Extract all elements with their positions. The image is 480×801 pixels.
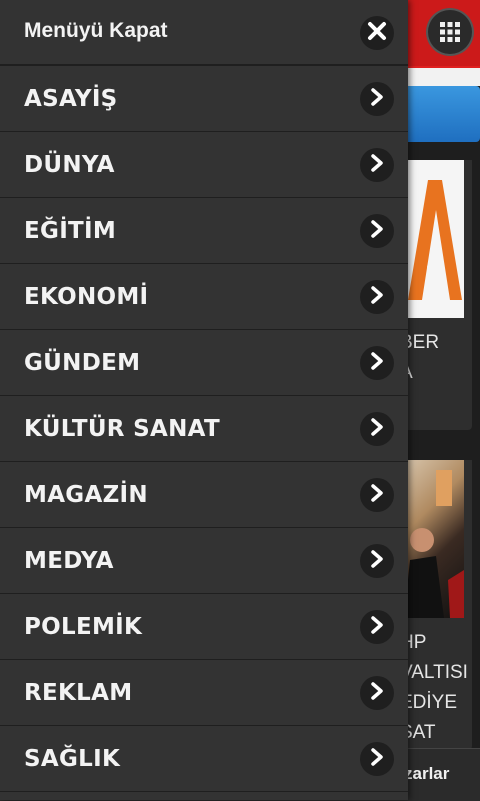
menu-close-row[interactable]: Menüyü Kapat (0, 0, 408, 66)
chevron-button[interactable] (360, 544, 394, 578)
menu-item-10[interactable]: SAĞLIK (0, 726, 408, 792)
menu-item-label: POLEMİK (24, 614, 143, 640)
grid-icon (440, 22, 460, 42)
menu-item-label: MAGAZİN (24, 482, 148, 508)
menu-item-1[interactable]: DÜNYA (0, 132, 408, 198)
chevron-button[interactable] (360, 478, 394, 512)
menu-item-label: ASAYİŞ (24, 86, 118, 112)
close-icon (367, 21, 387, 46)
news-thumbnail (400, 460, 464, 618)
chevron-button[interactable] (360, 280, 394, 314)
menu-item-9[interactable]: REKLAM (0, 660, 408, 726)
grid-menu-button[interactable] (428, 10, 472, 54)
chevron-button[interactable] (360, 82, 394, 116)
chevron-right-icon (369, 285, 385, 309)
menu-item-8[interactable]: POLEMİK (0, 594, 408, 660)
chevron-right-icon (369, 483, 385, 507)
chevron-button[interactable] (360, 412, 394, 446)
menu-item-6[interactable]: MAGAZİN (0, 462, 408, 528)
menu-item-label: KÜLTÜR SANAT (24, 416, 220, 442)
menu-item-label: EĞİTİM (24, 218, 117, 244)
menu-list: ASAYİŞ DÜNYA EĞİTİM EKONOMİ GÜNDEM KÜLTÜ… (0, 66, 408, 792)
menu-item-7[interactable]: MEDYA (0, 528, 408, 594)
menu-item-2[interactable]: EĞİTİM (0, 198, 408, 264)
menu-item-3[interactable]: EKONOMİ (0, 264, 408, 330)
news-card-title: BER A (400, 332, 440, 383)
chevron-button[interactable] (360, 148, 394, 182)
news-card[interactable]: HP VALTISI EDİYE SAT (400, 460, 472, 750)
chevron-right-icon (369, 615, 385, 639)
chevron-button[interactable] (360, 742, 394, 776)
chevron-right-icon (369, 747, 385, 771)
chevron-right-icon (369, 681, 385, 705)
chevron-button[interactable] (360, 346, 394, 380)
menu-close-label[interactable]: Menüyü Kapat (24, 19, 168, 43)
menu-item-label: MEDYA (24, 548, 114, 574)
bottom-bar-label[interactable]: zarlar (404, 764, 449, 784)
chevron-button[interactable] (360, 676, 394, 710)
menu-item-label: SAĞLIK (24, 746, 121, 772)
menu-item-label: GÜNDEM (24, 350, 141, 376)
chevron-right-icon (369, 219, 385, 243)
news-card-title: HP VALTISI EDİYE SAT (400, 632, 468, 743)
chevron-right-icon (369, 153, 385, 177)
close-button[interactable] (360, 16, 394, 50)
menu-item-label: EKONOMİ (24, 284, 149, 310)
news-card[interactable]: BER A (400, 160, 472, 430)
chevron-right-icon (369, 549, 385, 573)
menu-item-label: DÜNYA (24, 152, 115, 178)
chevron-button[interactable] (360, 214, 394, 248)
menu-item-0[interactable]: ASAYİŞ (0, 66, 408, 132)
side-menu: Menüyü Kapat ASAYİŞ DÜNYA EĞİTİM EKONOMİ… (0, 0, 408, 800)
chevron-right-icon (369, 351, 385, 375)
news-thumbnail (400, 160, 464, 318)
menu-item-5[interactable]: KÜLTÜR SANAT (0, 396, 408, 462)
chevron-right-icon (369, 87, 385, 111)
chevron-button[interactable] (360, 610, 394, 644)
chevron-right-icon (369, 417, 385, 441)
menu-item-label: REKLAM (24, 680, 133, 706)
menu-item-4[interactable]: GÜNDEM (0, 330, 408, 396)
